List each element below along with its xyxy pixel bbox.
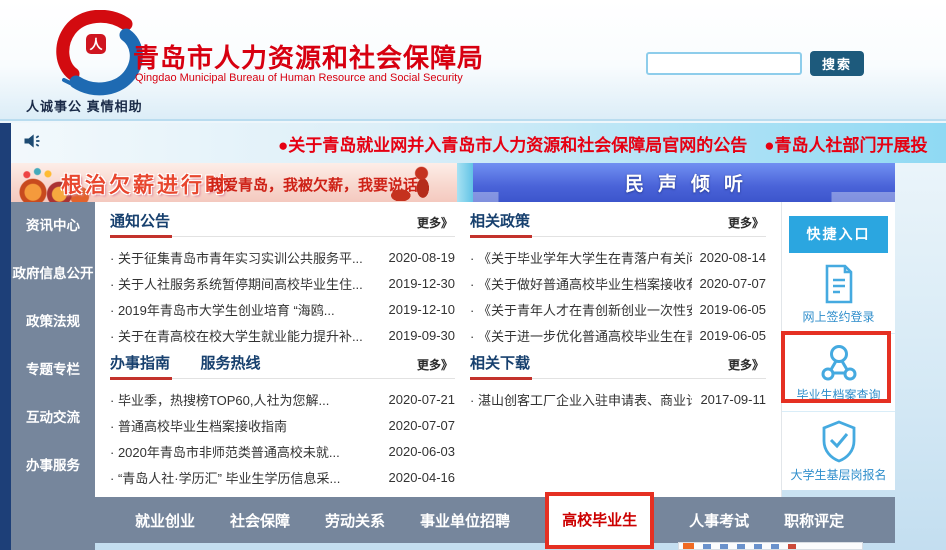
quick-entry-archive-search[interactable]: 毕业生档案查询 (782, 333, 895, 411)
browser-widget-partial (678, 542, 863, 550)
downloads-title: 相关下载 (470, 352, 530, 373)
list-item[interactable]: · 《关于毕业学年大学生在青落户有关问题... 2020-08-14 (470, 244, 766, 270)
share-nodes-icon (819, 343, 859, 383)
list-item[interactable]: · 2020年青岛市非师范类普通高校未就... 2020-06-03 (110, 438, 455, 464)
ticker-announcements[interactable]: ●关于青岛就业网并入青岛市人力资源和社会保障局官网的公告 ●青岛人社部门开展投 (278, 131, 946, 156)
document-icon (820, 263, 858, 305)
search-input[interactable] (646, 52, 802, 75)
voice-listening-banner[interactable]: 民声倾听 (473, 163, 895, 202)
org-name-en: Qingdao Municipal Bureau of Human Resour… (135, 72, 463, 84)
nav-item-personnel-exam[interactable]: 人事考试 (689, 510, 749, 531)
list-item[interactable]: · 《关于做好普通高校毕业生档案接收有关... 2020-07-07 (470, 270, 766, 296)
sidebar-item-special[interactable]: 专题专栏 (11, 346, 95, 394)
sidebar-item-policy-law[interactable]: 政策法规 (11, 298, 95, 346)
tab-service-hotline[interactable]: 服务热线 (200, 352, 260, 373)
item-date: 2020-08-19 (389, 250, 456, 265)
active-tab-underline (110, 377, 172, 380)
item-date: 2020-04-16 (389, 470, 456, 485)
nav-item-employment[interactable]: 就业创业 (135, 510, 195, 531)
list-item[interactable]: · “青岛人社·学历汇” 毕业生学历信息采... 2020-04-16 (110, 464, 455, 490)
list-item[interactable]: · 2019年青岛市大学生创业培育 “海鸥... 2019-12-10 (110, 296, 455, 322)
page-root: 人 人诚事公 真情相助 青岛市人力资源和社会保障局 Qingdao Munici… (0, 0, 946, 550)
item-date: 2019-12-30 (389, 276, 456, 291)
site-header: 人 人诚事公 真情相助 青岛市人力资源和社会保障局 Qingdao Munici… (0, 0, 946, 121)
logo-seal-char: 人 (89, 37, 103, 52)
list-item[interactable]: · 《关于青年人才在青创新创业一次性安家... 2019-06-05 (470, 296, 766, 322)
item-date: 2019-06-05 (700, 302, 767, 317)
downloads-section: 相关下载 更多》 · 湛山创客工厂企业入驻申请表、商业计划... 2017-09… (470, 352, 766, 412)
sidebar-item-services[interactable]: 办事服务 (11, 442, 95, 490)
notices-title: 通知公告 (110, 210, 170, 231)
news-ticker: ●关于青岛就业网并入青岛市人力资源和社会保障局官网的公告 ●青岛人社部门开展投 (0, 123, 946, 163)
tab-service-guide[interactable]: 办事指南 (110, 352, 170, 373)
nav-item-graduates[interactable]: 高校毕业生 (545, 492, 654, 549)
logo-motto: 人诚事公 真情相助 (26, 96, 176, 115)
active-underline (110, 235, 172, 238)
item-date: 2019-12-10 (389, 302, 456, 317)
policies-more-link[interactable]: 更多》 (728, 214, 764, 231)
left-edge-strip (0, 123, 11, 550)
item-date: 2020-07-21 (389, 392, 456, 407)
bottom-nav: 就业创业 社会保障 劳动关系 事业单位招聘 高校毕业生 人事考试 职称评定 (11, 497, 895, 543)
policies-section: 相关政策 更多》 · 《关于毕业学年大学生在青落户有关问题... 2020-08… (470, 210, 766, 348)
list-item[interactable]: · 关于人社服务系统暂停期间高校毕业生住... 2019-12-30 (110, 270, 455, 296)
item-date: 2020-08-14 (700, 250, 767, 265)
active-underline (470, 377, 532, 380)
notices-more-link[interactable]: 更多》 (417, 214, 453, 231)
list-item[interactable]: · 普通高校毕业生档案接收指南 2020-07-07 (110, 412, 455, 438)
shield-check-icon (819, 419, 859, 463)
sidebar-item-news[interactable]: 资讯中心 (11, 202, 95, 250)
item-date: 2020-06-03 (389, 444, 456, 459)
banner-seam (457, 163, 473, 202)
notices-section: 通知公告 更多》 · 关于征集青岛市青年实习实训公共服务平... 2020-08… (110, 210, 455, 348)
quick-entry-label: 大学生基层岗报名 (790, 466, 886, 483)
policies-title: 相关政策 (470, 210, 530, 231)
list-item[interactable]: · 毕业季，热搜榜TOP60,人社为您解... 2020-07-21 (110, 386, 455, 412)
list-item[interactable]: · 关于征集青岛市青年实习实训公共服务平... 2020-08-19 (110, 244, 455, 270)
quick-entry-online-signing[interactable]: 网上签约登录 (782, 255, 895, 333)
guides-section: 办事指南 服务热线 更多》 · 毕业季，热搜榜TOP60,人社为您解... 20… (110, 352, 455, 490)
search-button[interactable]: 搜索 (810, 51, 864, 76)
nav-item-institution-recruit[interactable]: 事业单位招聘 (420, 510, 510, 531)
quick-entry-label: 网上签约登录 (802, 308, 874, 325)
item-date: 2019-09-30 (389, 328, 456, 343)
quick-entry-panel: 快捷入口 网上签约登录 毕业生档案查询 (782, 202, 895, 490)
list-item[interactable]: · 湛山创客工厂企业入驻申请表、商业计划... 2017-09-11 (470, 386, 766, 412)
nav-item-social-security[interactable]: 社会保障 (230, 510, 290, 531)
org-name-cn: 青岛市人力资源和社会保障局 (133, 38, 484, 75)
nav-item-labor-relations[interactable]: 劳动关系 (325, 510, 385, 531)
quick-entry-header: 快捷入口 (789, 216, 888, 253)
silhouette-art (387, 164, 433, 201)
main-content: 通知公告 更多》 · 关于征集青岛市青年实习实训公共服务平... 2020-08… (95, 202, 781, 497)
item-date: 2019-06-05 (700, 328, 767, 343)
item-date: 2020-07-07 (389, 418, 456, 433)
quick-entry-grassroots-signup[interactable]: 大学生基层岗报名 (782, 411, 895, 489)
list-item[interactable]: · 《关于进一步优化普通高校毕业生在青就... 2019-06-05 (470, 322, 766, 348)
sidebar-item-gov-info[interactable]: 政府信息公开 (11, 250, 95, 298)
speaker-icon (22, 131, 42, 151)
guides-more-link[interactable]: 更多》 (417, 356, 453, 373)
active-underline (470, 235, 532, 238)
item-date: 2020-07-07 (700, 276, 767, 291)
campaign-title: 根治欠薪进行时 (61, 169, 229, 199)
wage-campaign-banner[interactable]: 根治欠薪进行时 我爱青岛，我被欠薪，我要说话 (11, 163, 457, 202)
list-item[interactable]: · 关于在青高校在校大学生就业能力提升补... 2019-09-30 (110, 322, 455, 348)
item-date: 2017-09-11 (700, 392, 766, 407)
widget-logo (683, 543, 694, 549)
downloads-more-link[interactable]: 更多》 (728, 356, 764, 373)
sidebar-item-interact[interactable]: 互动交流 (11, 394, 95, 442)
skyline-art (473, 192, 895, 202)
nav-item-title-eval[interactable]: 职称评定 (784, 510, 844, 531)
quick-entry-label: 毕业生档案查询 (796, 386, 880, 403)
